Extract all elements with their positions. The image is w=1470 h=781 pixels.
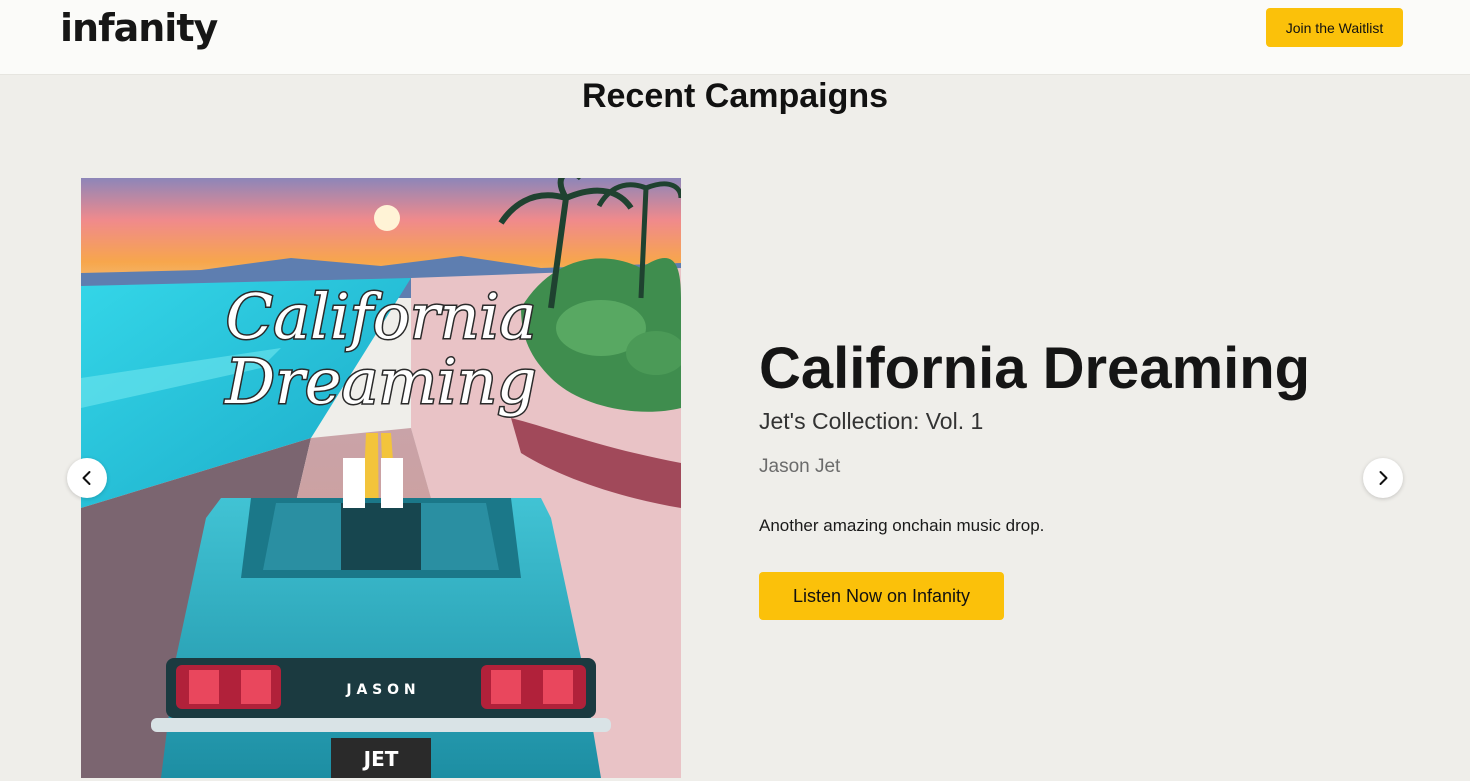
cover-plate-text: J A S O N <box>345 682 415 698</box>
listen-now-button[interactable]: Listen Now on Infanity <box>759 572 1004 620</box>
carousel-next-button[interactable] <box>1363 458 1403 498</box>
cover-script-line1: California <box>226 280 537 353</box>
chevron-left-icon <box>82 471 91 485</box>
album-cover-image[interactable]: California Dreaming J A S O N JET <box>81 178 681 778</box>
join-waitlist-button[interactable]: Join the Waitlist <box>1266 8 1403 47</box>
campaign-subtitle: Jet's Collection: Vol. 1 <box>759 408 984 434</box>
chevron-right-icon <box>1379 471 1388 485</box>
cover-license-text: JET <box>362 747 399 771</box>
album-cover-art: California Dreaming J A S O N JET <box>81 178 681 778</box>
top-bar: infanity Join the Waitlist <box>0 0 1470 75</box>
cover-script-line2: Dreaming <box>224 345 536 418</box>
campaign-title: California Dreaming <box>759 336 1311 401</box>
campaign-description: Another amazing onchain music drop. <box>759 516 1045 535</box>
section-title: Recent Campaigns <box>581 77 889 115</box>
campaign-artist: Jason Jet <box>759 456 841 477</box>
infanity-logo[interactable]: infanity <box>60 8 218 48</box>
carousel-prev-button[interactable] <box>67 458 107 498</box>
